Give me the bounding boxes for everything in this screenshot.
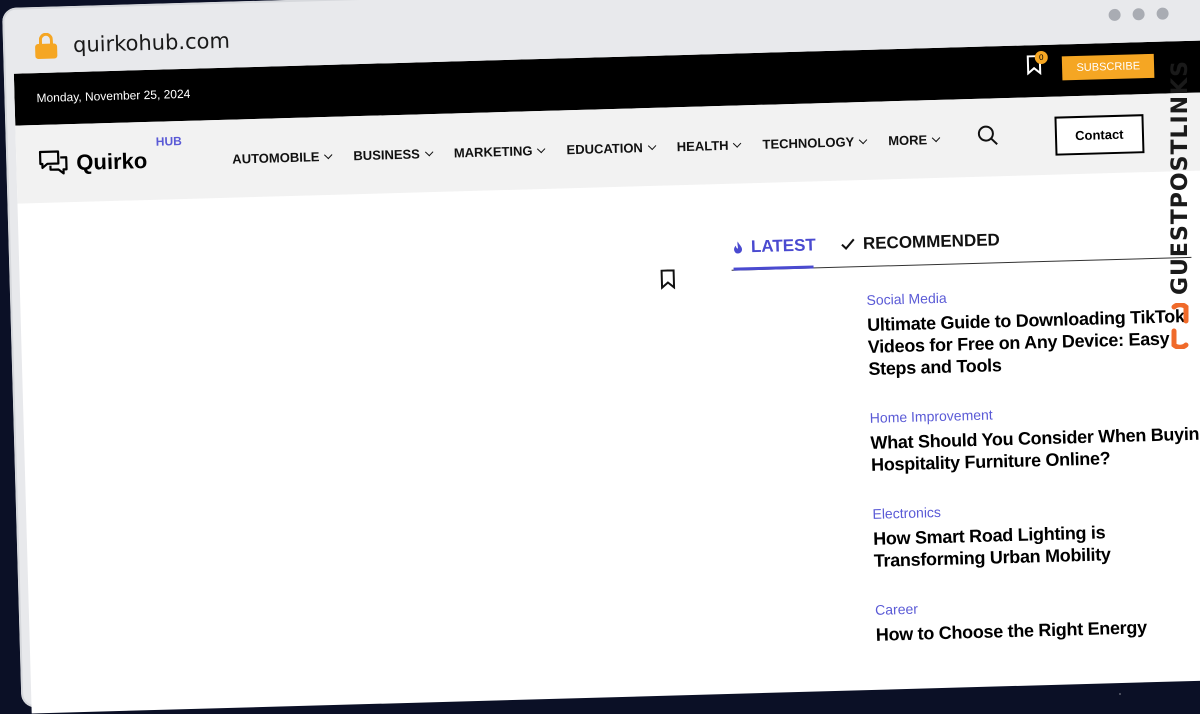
contact-button[interactable]: Contact <box>1054 113 1145 156</box>
article-category[interactable]: Home Improvement <box>870 400 1200 426</box>
subscribe-button[interactable]: SUBSCRIBE <box>1062 53 1155 81</box>
nav-menu: AUTOMOBILE BUSINESS MARKETING EDUCATION … <box>232 131 941 166</box>
chevron-down-icon <box>537 144 546 153</box>
chat-bubbles-icon <box>38 150 68 175</box>
article-category[interactable]: Electronics <box>872 496 1200 522</box>
current-date: Monday, November 25, 2024 <box>36 86 191 106</box>
list-item[interactable]: Social Media Ultimate Guide to Downloadi… <box>866 282 1200 379</box>
web-page: Monday, November 25, 2024 0 SUBSCRIBE Qu… <box>13 40 1200 714</box>
logo-suffix: HUB <box>155 134 182 149</box>
nav-item-marketing[interactable]: MARKETING <box>454 142 546 160</box>
article-category[interactable]: Social Media <box>866 282 1200 308</box>
list-item[interactable]: Career How to Choose the Right Energy <box>875 592 1200 645</box>
chevron-down-icon <box>858 135 868 144</box>
list-item[interactable]: Electronics How Smart Road Lighting is T… <box>872 496 1200 571</box>
bookmark-icon[interactable]: 0 <box>1026 50 1048 80</box>
window-menu-dots-icon[interactable] <box>1108 7 1169 22</box>
article-title[interactable]: How Smart Road Lighting is Transforming … <box>873 518 1200 571</box>
bookmark-count-badge: 0 <box>1034 50 1048 65</box>
flame-icon <box>734 241 743 254</box>
article-title[interactable]: Ultimate Guide to Downloading TikTok Vid… <box>867 304 1200 379</box>
chevron-down-icon <box>733 138 742 148</box>
chevron-down-icon <box>931 133 941 142</box>
chevron-down-icon <box>324 150 333 159</box>
latest-articles-list: Social Media Ultimate Guide to Downloadi… <box>866 282 1200 675</box>
browser-window: quirkohub.com Monday, November 25, 2024 … <box>2 0 1200 714</box>
nav-item-more[interactable]: MORE <box>888 131 941 148</box>
nav-item-automobile[interactable]: AUTOMOBILE <box>232 148 333 166</box>
site-logo[interactable]: Quirko HUB <box>38 134 219 178</box>
guestpostlinks-watermark: GUESTPOSTLINKS <box>1160 60 1200 360</box>
tab-latest[interactable]: LATEST <box>733 235 816 257</box>
search-icon[interactable] <box>977 124 1000 152</box>
article-title[interactable]: How to Choose the Right Energy <box>876 614 1200 645</box>
article-title[interactable]: What Should You Consider When Buying Hos… <box>870 422 1200 475</box>
main-content: LATEST RECOMMENDED Social Media Ultimate… <box>17 170 1200 713</box>
chevron-down-icon <box>647 141 656 150</box>
lock-icon <box>35 32 58 60</box>
nav-item-business[interactable]: BUSINESS <box>353 146 434 163</box>
link-chain-icon <box>1171 303 1189 349</box>
checkmark-icon <box>841 238 855 250</box>
logo-name: Quirko <box>75 148 148 175</box>
url-text[interactable]: quirkohub.com <box>73 29 230 57</box>
watermark-text: GUESTPOSTLINKS <box>1167 60 1193 295</box>
chevron-down-icon <box>424 147 434 156</box>
article-tabs: LATEST RECOMMENDED <box>730 224 1192 271</box>
tab-recommended[interactable]: RECOMMENDED <box>841 230 1000 254</box>
nav-item-health[interactable]: HEALTH <box>677 137 742 154</box>
nav-item-technology[interactable]: TECHNOLOGY <box>762 133 868 151</box>
article-category[interactable]: Career <box>875 592 1200 618</box>
list-item[interactable]: Home Improvement What Should You Conside… <box>870 400 1200 475</box>
bookmark-icon[interactable] <box>660 269 677 294</box>
nav-item-education[interactable]: EDUCATION <box>566 139 656 157</box>
